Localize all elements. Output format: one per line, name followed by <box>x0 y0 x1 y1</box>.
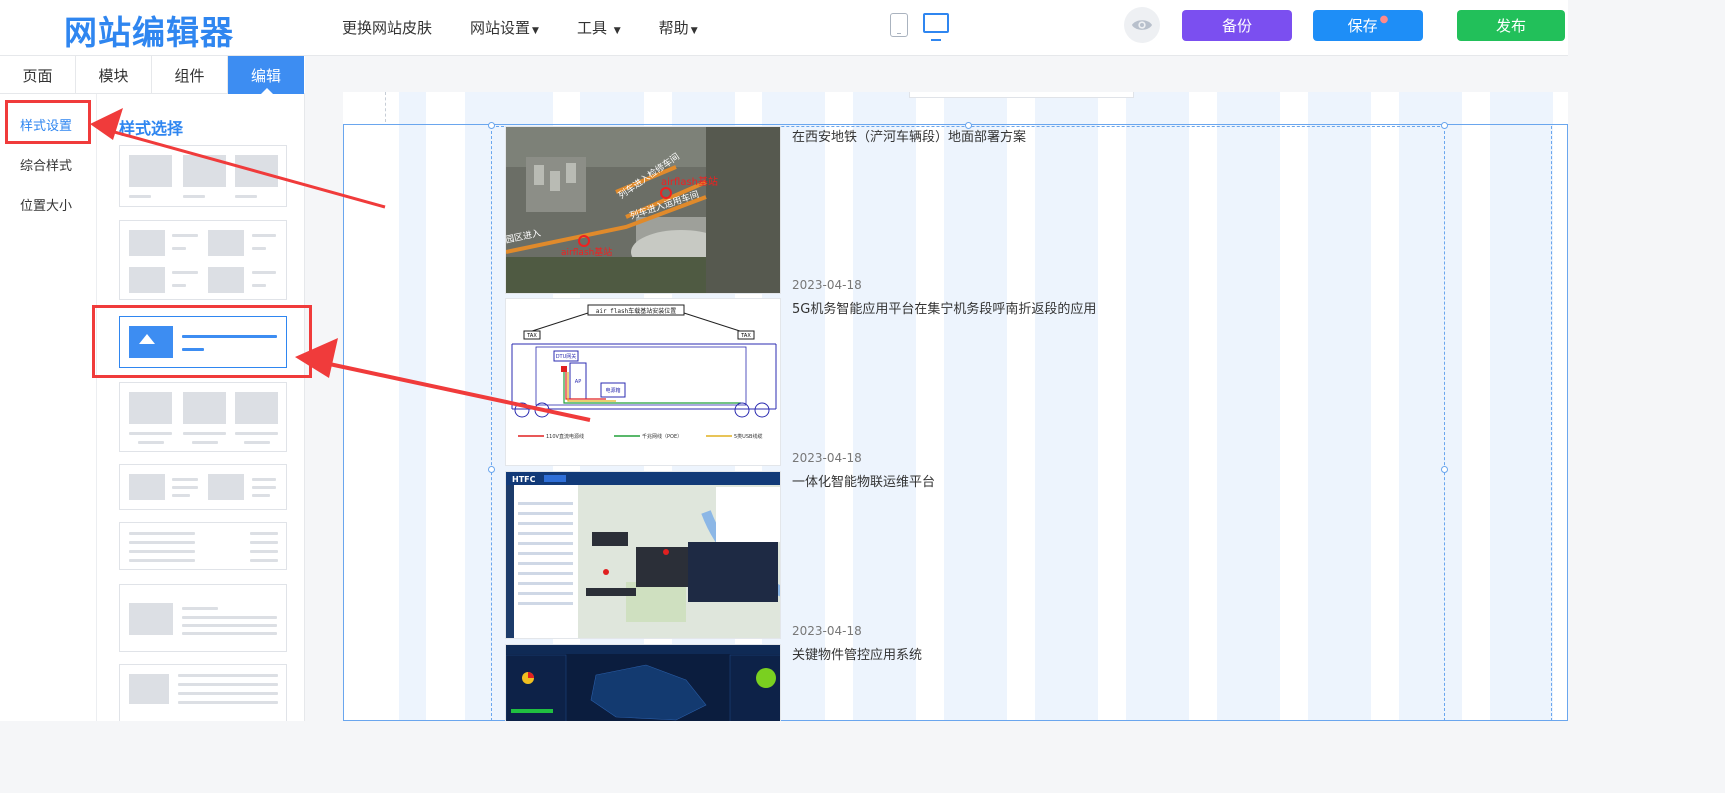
svg-text:110V直流电源线: 110V直流电源线 <box>546 433 584 440</box>
caret-down-icon: ▼ <box>532 26 539 36</box>
editor-canvas: airflash基站 列车进入运用车间 园区进入 airflash基站 列车进入… <box>305 56 1568 721</box>
save-button[interactable]: 保存 ● <box>1313 10 1423 41</box>
news-thumb-diagram[interactable]: air flash车载基站安装位置 TAX TAX DTU网关 AP 电源箱 1… <box>505 298 781 466</box>
news-thumb-dashboard[interactable] <box>505 644 781 721</box>
resize-handle[interactable] <box>488 122 495 129</box>
style-option-1[interactable] <box>119 145 287 207</box>
news-thumb-aerial[interactable]: airflash基站 列车进入运用车间 园区进入 airflash基站 列车进入… <box>505 126 781 294</box>
svg-text:TAX: TAX <box>740 333 751 339</box>
unsaved-dot-icon: ● <box>1379 14 1389 25</box>
news-title[interactable]: 关键物件管控应用系统 <box>792 644 922 663</box>
mobile-device-icon[interactable] <box>890 13 908 37</box>
svg-text:千兆网线（POE）: 千兆网线（POE） <box>642 433 682 440</box>
svg-text:air flash车载基站安装位置: air flash车载基站安装位置 <box>596 307 677 315</box>
resize-handle[interactable] <box>1441 122 1448 129</box>
news-title[interactable]: 在西安地铁（浐河车辆段）地面部署方案 <box>792 126 1026 145</box>
desktop-device-icon[interactable] <box>923 13 949 41</box>
news-title[interactable]: 一体化智能物联运维平台 <box>792 471 935 490</box>
edit-side-menu: 样式设置 综合样式 位置大小 <box>0 94 97 721</box>
svg-text:DTU网关: DTU网关 <box>556 353 577 360</box>
news-title[interactable]: 5G机务智能应用平台在集宁机务段呼南折返段的应用 <box>792 298 1096 317</box>
menu-general-style[interactable]: 综合样式 <box>20 155 72 174</box>
aerial-label: airflash基站 <box>561 246 612 258</box>
style-select-title: 样式选择 <box>119 119 184 138</box>
resize-handle[interactable] <box>488 466 495 473</box>
resize-handle[interactable] <box>1441 466 1448 473</box>
svg-text:HTFC: HTFC <box>512 475 536 484</box>
style-option-4[interactable] <box>119 382 287 452</box>
app-logo: 网站编辑器 <box>64 13 234 52</box>
eye-icon[interactable] <box>1124 7 1160 43</box>
style-option-5[interactable] <box>119 464 287 510</box>
annotation-box-selected-style <box>92 305 312 378</box>
caret-down-icon: ▼ <box>690 26 698 36</box>
style-option-7[interactable] <box>119 584 287 652</box>
svg-text:TAX: TAX <box>526 333 537 339</box>
style-option-6[interactable] <box>119 522 287 570</box>
nav-site-settings[interactable]: 网站设置 ▼ <box>470 17 539 38</box>
style-option-8[interactable] <box>119 664 287 721</box>
news-date: 2023-04-18 <box>792 624 862 638</box>
tab-page[interactable]: 页面 <box>0 56 76 94</box>
style-option-2[interactable] <box>119 220 287 300</box>
tab-component[interactable]: 组件 <box>152 56 228 94</box>
module-toolbar[interactable] <box>909 92 1134 98</box>
svg-text:AP: AP <box>575 379 581 385</box>
caret-down-icon: ▼ <box>613 26 621 36</box>
news-date: 2023-04-18 <box>792 278 862 292</box>
news-date: 2023-04-18 <box>792 451 862 465</box>
top-bar: 网站编辑器 更换网站皮肤 网站设置 ▼ 工具 ▼ 帮助 ▼ 备份 保存 ● 发布 <box>0 0 1568 56</box>
nav-change-skin[interactable]: 更换网站皮肤 <box>342 17 432 38</box>
panel-tabs: 页面 模块 组件 编辑 <box>0 56 305 94</box>
nav-help[interactable]: 帮助 ▼ <box>659 17 698 38</box>
svg-text:5类USB线缆: 5类USB线缆 <box>734 433 762 440</box>
style-select-panel: 样式选择 <box>97 94 305 721</box>
publish-button[interactable]: 发布 <box>1457 10 1565 41</box>
annotation-box-style-settings <box>5 100 91 144</box>
nav-tools[interactable]: 工具 ▼ <box>577 17 621 38</box>
backup-button[interactable]: 备份 <box>1182 10 1292 41</box>
menu-position-size[interactable]: 位置大小 <box>20 195 72 214</box>
tab-module[interactable]: 模块 <box>76 56 152 94</box>
tab-edit[interactable]: 编辑 <box>228 56 304 94</box>
news-thumb-app[interactable]: HTFC <box>505 471 781 639</box>
svg-text:电源箱: 电源箱 <box>605 387 620 394</box>
main-nav: 更换网站皮肤 网站设置 ▼ 工具 ▼ 帮助 ▼ <box>342 17 698 38</box>
aerial-label: airflash基站 <box>661 175 718 188</box>
